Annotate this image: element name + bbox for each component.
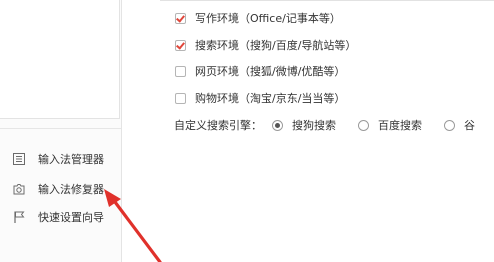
annotation-arrow-icon	[104, 189, 162, 262]
